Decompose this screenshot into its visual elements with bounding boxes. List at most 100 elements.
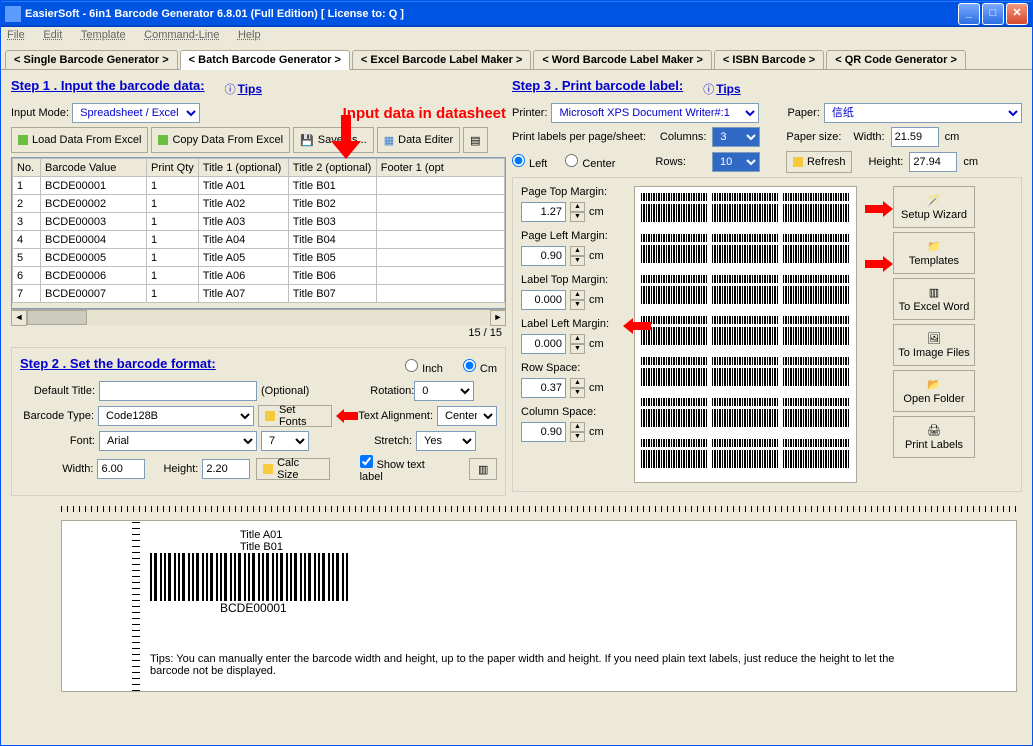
templates-button[interactable]: 📁Templates bbox=[893, 232, 975, 274]
col-space-input[interactable] bbox=[521, 422, 566, 442]
font-size-select[interactable]: 7 bbox=[261, 431, 309, 451]
label-top-margin-label: Label Top Margin: bbox=[521, 274, 626, 286]
input-mode-label: Input Mode: bbox=[11, 107, 69, 119]
optional-label: (Optional) bbox=[261, 385, 309, 397]
height-input[interactable] bbox=[202, 459, 250, 479]
font-select[interactable]: Arial bbox=[99, 431, 257, 451]
rows-select[interactable]: 10 bbox=[712, 152, 760, 172]
menu-help[interactable]: Help bbox=[238, 29, 261, 41]
vertical-ruler bbox=[132, 521, 140, 691]
col-title1[interactable]: Title 1 (optional) bbox=[198, 159, 288, 177]
height-label: Height: bbox=[163, 463, 198, 475]
step3-heading: Step 3 . Print barcode label: bbox=[512, 78, 683, 93]
pwidth-input[interactable] bbox=[891, 127, 939, 147]
paper-size-label: Paper size: bbox=[786, 131, 841, 143]
menu-file[interactable]: File bbox=[7, 29, 25, 41]
open-folder-button[interactable]: 📂Open Folder bbox=[893, 370, 975, 412]
stretch-label: Stretch: bbox=[337, 435, 412, 447]
horizontal-ruler bbox=[61, 506, 1017, 512]
default-title-label: Default Title: bbox=[20, 385, 95, 397]
step1-tips-link[interactable]: Tips bbox=[238, 82, 262, 96]
label-left-margin-label: Label Left Margin: bbox=[521, 318, 626, 330]
app-window: EasierSoft - 6in1 Barcode Generator 6.8.… bbox=[0, 0, 1033, 746]
cm-unit: cm bbox=[945, 131, 960, 143]
set-fonts-button[interactable]: Set Fonts bbox=[258, 405, 332, 427]
col-barcode[interactable]: Barcode Value bbox=[41, 159, 147, 177]
paper-select[interactable]: 信纸 bbox=[824, 103, 1022, 123]
columns-select[interactable]: 3 bbox=[712, 127, 760, 147]
show-text-checkbox[interactable]: Show text label bbox=[360, 455, 450, 483]
rotation-select[interactable]: 0 bbox=[414, 381, 474, 401]
tab-batch[interactable]: < Batch Barcode Generator > bbox=[180, 50, 350, 70]
label-top-margin-input[interactable] bbox=[521, 290, 566, 310]
setup-wizard-button[interactable]: 🪄Setup Wizard bbox=[893, 186, 975, 228]
close-button[interactable]: ✕ bbox=[1006, 3, 1028, 25]
printer-label: Printer: bbox=[512, 107, 547, 119]
to-image-files-button[interactable]: 🖼To Image Files bbox=[893, 324, 975, 366]
default-title-input[interactable] bbox=[99, 381, 257, 401]
barcode-type-select[interactable]: Code128B bbox=[98, 406, 254, 426]
align-left-radio[interactable]: Left bbox=[512, 154, 547, 170]
paper-label: Paper: bbox=[787, 107, 819, 119]
extra-button[interactable]: ▤ bbox=[463, 127, 487, 153]
refresh-button[interactable]: Refresh bbox=[786, 151, 853, 173]
printer-select[interactable]: Microsoft XPS Document Writer#:1 bbox=[551, 103, 759, 123]
barcode-icon-button[interactable]: ▥ bbox=[469, 458, 497, 480]
copy-excel-button[interactable]: Copy Data From Excel bbox=[151, 127, 290, 153]
width-input[interactable] bbox=[97, 459, 145, 479]
grid-h-scrollbar[interactable]: ◄► bbox=[11, 309, 506, 325]
unit-inch-radio[interactable]: Inch bbox=[405, 359, 443, 375]
barcode-type-label: Barcode Type: bbox=[20, 410, 94, 422]
table-row: 2BCDE000021Title A02Title B02 bbox=[13, 195, 505, 213]
align-center-radio[interactable]: Center bbox=[565, 154, 615, 170]
col-qty[interactable]: Print Qty bbox=[147, 159, 199, 177]
preview-title2: Title B01 bbox=[240, 541, 928, 553]
col-no[interactable]: No. bbox=[13, 159, 41, 177]
pheight-input[interactable] bbox=[909, 152, 957, 172]
row-space-input[interactable] bbox=[521, 378, 566, 398]
data-editor-button[interactable]: ▦Data Editer bbox=[377, 127, 460, 153]
red-arrow-right-icon bbox=[865, 256, 893, 272]
table-row: 4BCDE000041Title A04Title B04 bbox=[13, 231, 505, 249]
tab-isbn[interactable]: < ISBN Barcode > bbox=[714, 50, 824, 69]
text-align-select[interactable]: Center bbox=[437, 406, 497, 426]
tab-excel[interactable]: < Excel Barcode Label Maker > bbox=[352, 50, 531, 69]
calc-size-button[interactable]: Calc Size bbox=[256, 458, 329, 480]
page-top-margin-input[interactable] bbox=[521, 202, 566, 222]
grid-counter: 15 / 15 bbox=[11, 325, 506, 341]
minimize-button[interactable]: _ bbox=[958, 3, 980, 25]
data-grid[interactable]: No. Barcode Value Print Qty Title 1 (opt… bbox=[11, 157, 506, 309]
maximize-button[interactable]: □ bbox=[982, 3, 1004, 25]
pheight-label: Height: bbox=[868, 156, 903, 168]
red-arrow-down-icon bbox=[331, 115, 361, 159]
to-excel-word-button[interactable]: ▥To Excel Word bbox=[893, 278, 975, 320]
width-label: Width: bbox=[20, 463, 93, 475]
titlebar: EasierSoft - 6in1 Barcode Generator 6.8.… bbox=[1, 1, 1032, 27]
red-arrow-right-icon bbox=[865, 201, 893, 217]
menu-template[interactable]: Template bbox=[81, 29, 126, 41]
menu-edit[interactable]: Edit bbox=[43, 29, 62, 41]
tab-qr[interactable]: < QR Code Generator > bbox=[826, 50, 966, 69]
step2-heading: Step 2 . Set the barcode format: bbox=[20, 356, 216, 371]
barcode-image bbox=[150, 553, 350, 601]
table-row: 5BCDE000051Title A05Title B05 bbox=[13, 249, 505, 267]
stretch-select[interactable]: Yes bbox=[416, 431, 476, 451]
unit-cm-radio[interactable]: Cm bbox=[463, 359, 497, 375]
col-footer1[interactable]: Footer 1 (opt bbox=[376, 159, 504, 177]
page-left-margin-input[interactable] bbox=[521, 246, 566, 266]
tab-single[interactable]: < Single Barcode Generator > bbox=[5, 50, 178, 69]
label-left-margin-input[interactable] bbox=[521, 334, 566, 354]
tab-word[interactable]: < Word Barcode Label Maker > bbox=[533, 50, 712, 69]
spin-control[interactable]: ▲▼ bbox=[570, 202, 585, 222]
step3-tips-link[interactable]: Tips bbox=[716, 82, 740, 96]
pwidth-label: Width: bbox=[853, 131, 884, 143]
print-labels-button[interactable]: 🖨Print Labels bbox=[893, 416, 975, 458]
table-row: 3BCDE000031Title A03Title B03 bbox=[13, 213, 505, 231]
menu-commandline[interactable]: Command-Line bbox=[144, 29, 219, 41]
load-excel-button[interactable]: Load Data From Excel bbox=[11, 127, 148, 153]
layout-preview bbox=[634, 186, 857, 483]
col-title2[interactable]: Title 2 (optional) bbox=[288, 159, 376, 177]
input-mode-select[interactable]: Spreadsheet / Excel bbox=[72, 103, 200, 123]
preview-title1: Title A01 bbox=[240, 529, 928, 541]
page-top-margin-label: Page Top Margin: bbox=[521, 186, 626, 198]
